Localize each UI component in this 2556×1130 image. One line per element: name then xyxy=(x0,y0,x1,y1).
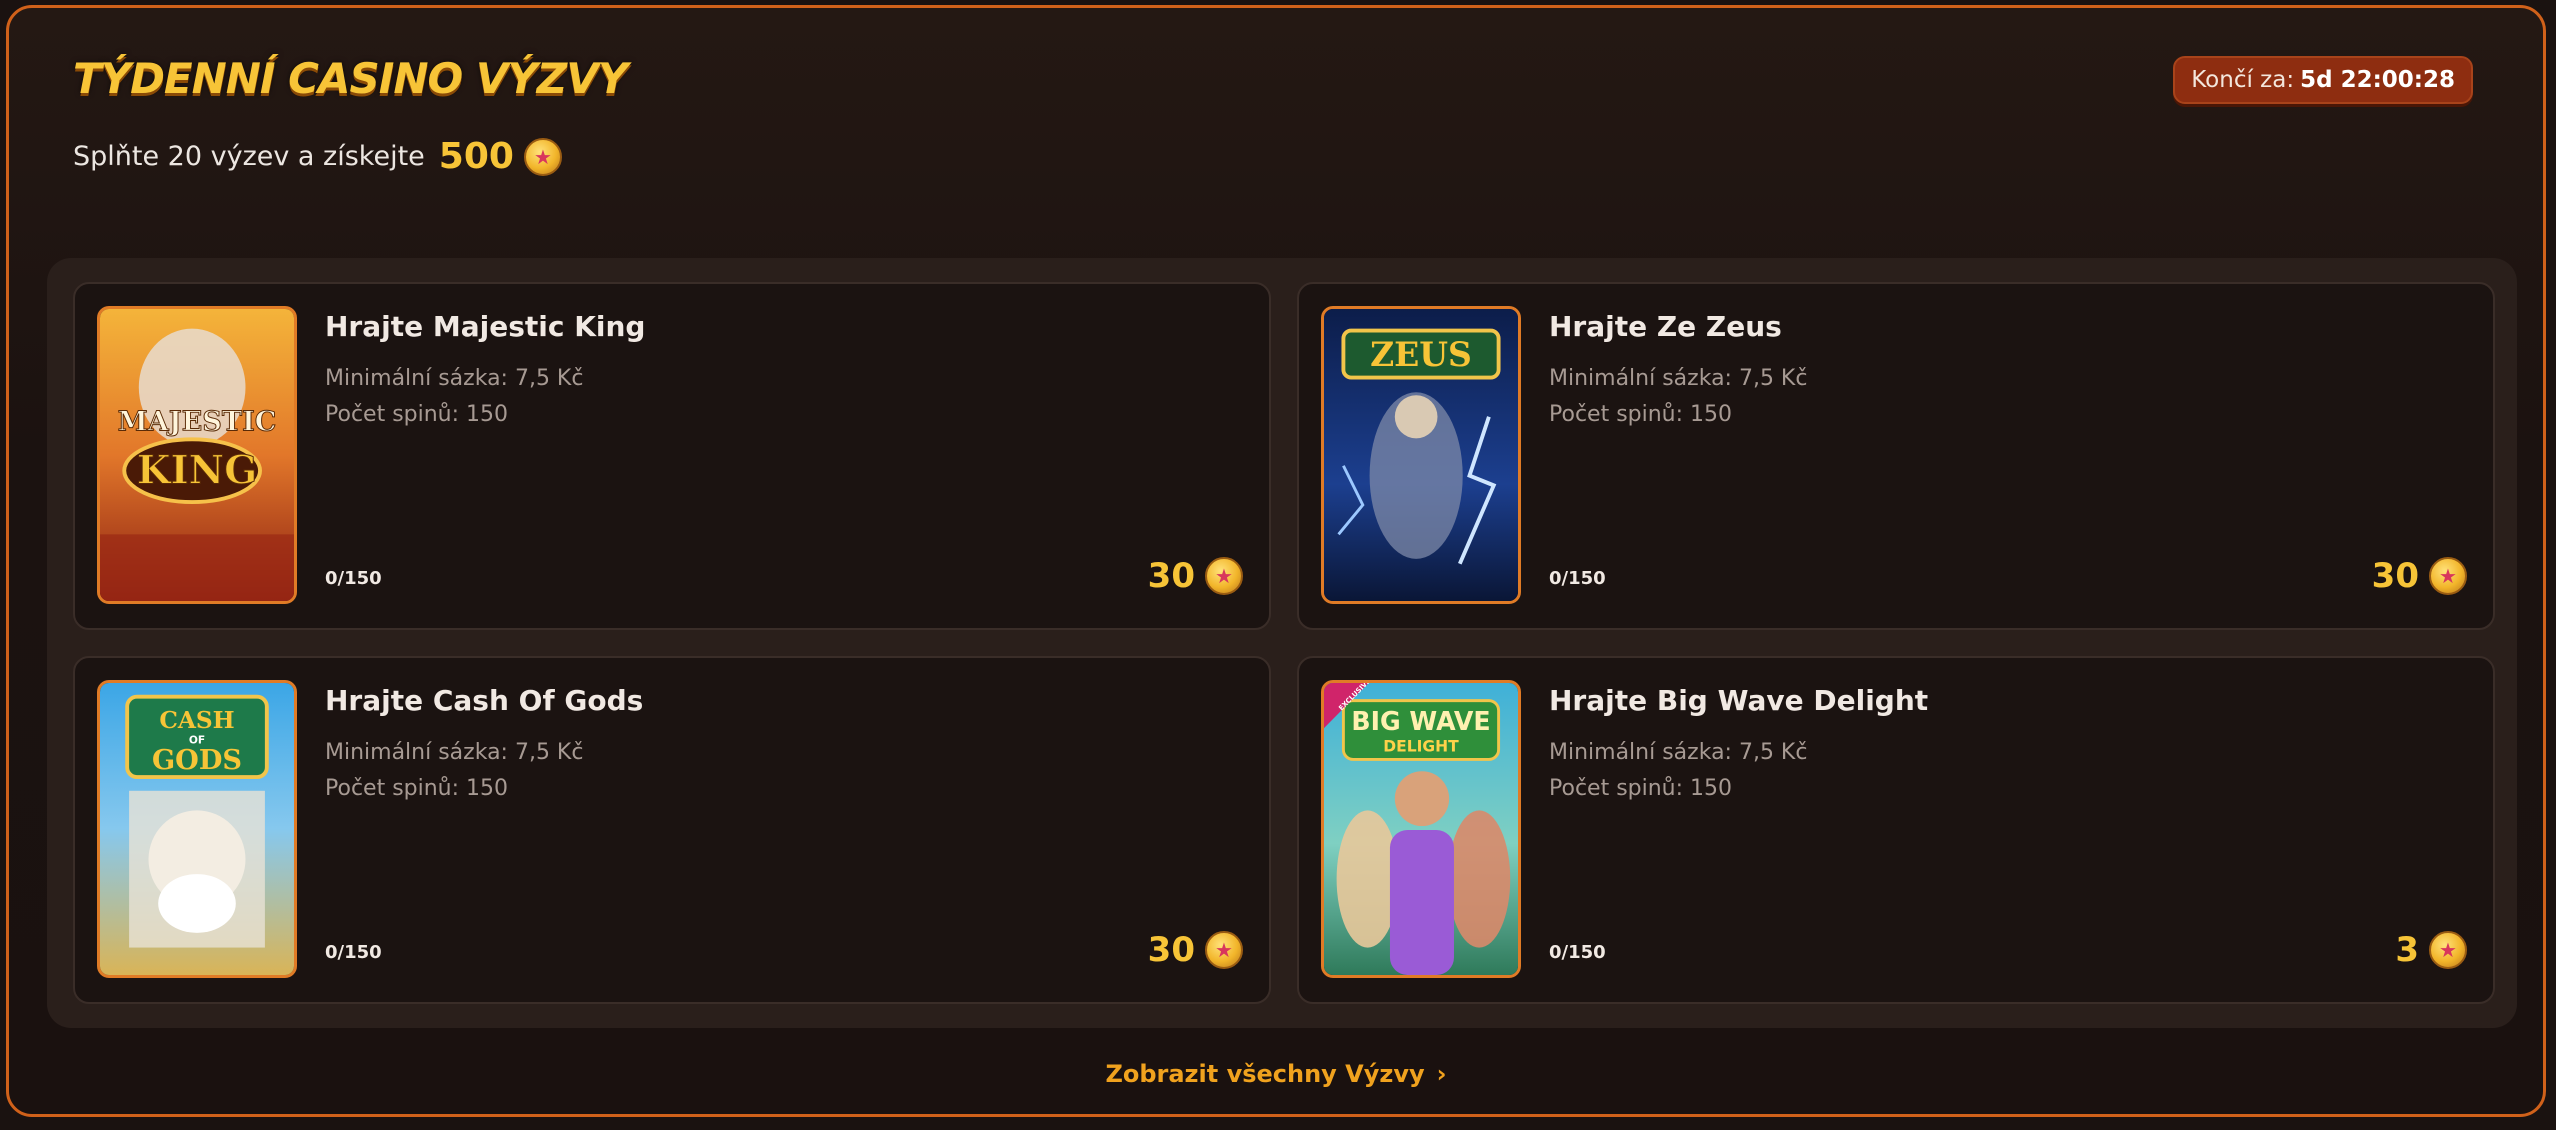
reward: 30 ★ xyxy=(1148,556,1243,596)
reward: 3 ★ xyxy=(2395,930,2467,970)
progress-text: 0/150 xyxy=(1549,942,1606,963)
progress-text: 0/150 xyxy=(325,568,382,589)
widget-title: TÝDENNÍ CASINO VÝZVY xyxy=(73,54,628,103)
reward-amount: 3 xyxy=(2395,930,2419,970)
star-coin-icon: ★ xyxy=(1205,931,1243,969)
thumb-text: MAJESTIC xyxy=(118,405,277,437)
game-thumbnail[interactable]: MAJESTIC KING xyxy=(97,306,297,604)
spins-count-text: Počet spinů: 150 xyxy=(325,776,509,801)
min-bet-text: Minimální sázka: 7,5 Kč xyxy=(325,740,584,765)
challenge-title: Hrajte Ze Zeus xyxy=(1549,310,1782,343)
progress-text: 0/150 xyxy=(325,942,382,963)
game-thumbnail[interactable]: ZEUS xyxy=(1321,306,1521,604)
game-thumbnail[interactable]: CASH OF GODS xyxy=(97,680,297,978)
star-coin-icon: ★ xyxy=(523,137,562,176)
view-all-challenges-link[interactable]: Zobrazit všechny Výzvy › xyxy=(9,1060,2543,1088)
total-reward-amount: 500 xyxy=(438,136,514,177)
reward-amount: 30 xyxy=(1147,930,1195,970)
thumb-text: DELIGHT xyxy=(1383,738,1459,756)
min-bet-text: Minimální sázka: 7,5 Kč xyxy=(1549,366,1808,391)
thumb-text: CASH xyxy=(159,706,234,734)
weekly-challenges-widget: TÝDENNÍ CASINO VÝZVY Splňte 20 výzev a z… xyxy=(6,5,2546,1117)
thumb-text: ZEUS xyxy=(1370,335,1472,374)
challenge-title: Hrajte Cash Of Gods xyxy=(325,684,644,717)
spins-count-text: Počet spinů: 150 xyxy=(1549,402,1733,427)
challenges-panel: MAJESTIC KING Hrajte Majestic King Minim… xyxy=(47,258,2517,1028)
thumb-text: GODS xyxy=(152,744,242,776)
min-bet-text: Minimální sázka: 7,5 Kč xyxy=(325,366,584,391)
thumb-text: KING xyxy=(137,447,257,493)
reward: 30 ★ xyxy=(2372,556,2467,596)
star-coin-icon: ★ xyxy=(2429,931,2467,969)
subtitle-text: Splňte 20 výzev a získejte xyxy=(73,141,425,172)
spins-count-text: Počet spinů: 150 xyxy=(1549,776,1733,801)
reward-amount: 30 xyxy=(1147,556,1195,596)
challenge-card[interactable]: ZEUS Hrajte Ze Zeus Minimální sázka: 7,5… xyxy=(1297,282,2495,630)
challenge-title: Hrajte Majestic King xyxy=(325,310,646,343)
challenge-card[interactable]: CASH OF GODS Hrajte Cash Of Gods Minimál… xyxy=(73,656,1271,1004)
game-thumbnail[interactable]: BIG WAVE DELIGHT EXCLUSIVE xyxy=(1321,680,1521,978)
reward-amount: 30 xyxy=(2371,556,2419,596)
challenge-card[interactable]: MAJESTIC KING Hrajte Majestic King Minim… xyxy=(73,282,1271,630)
view-all-label: Zobrazit všechny Výzvy xyxy=(1105,1060,1425,1088)
subtitle: Splňte 20 výzev a získejte 500 ★ xyxy=(73,136,562,177)
challenge-title: Hrajte Big Wave Delight xyxy=(1549,684,1929,717)
challenge-card[interactable]: BIG WAVE DELIGHT EXCLUSIVE Hrajte Big Wa… xyxy=(1297,656,2495,1004)
min-bet-text: Minimální sázka: 7,5 Kč xyxy=(1549,740,1808,765)
progress-text: 0/150 xyxy=(1549,568,1606,589)
reward: 30 ★ xyxy=(1148,930,1243,970)
star-coin-icon: ★ xyxy=(2429,557,2467,595)
timer-value: 5d 22:00:28 xyxy=(2300,67,2455,93)
spins-count-text: Počet spinů: 150 xyxy=(325,402,509,427)
thumb-text: BIG WAVE xyxy=(1351,706,1490,736)
timer-label: Končí za: xyxy=(2191,67,2295,93)
star-coin-icon: ★ xyxy=(1205,557,1243,595)
chevron-right-icon: › xyxy=(1436,1060,1447,1088)
countdown-timer: Končí za: 5d 22:00:28 xyxy=(2173,56,2473,104)
